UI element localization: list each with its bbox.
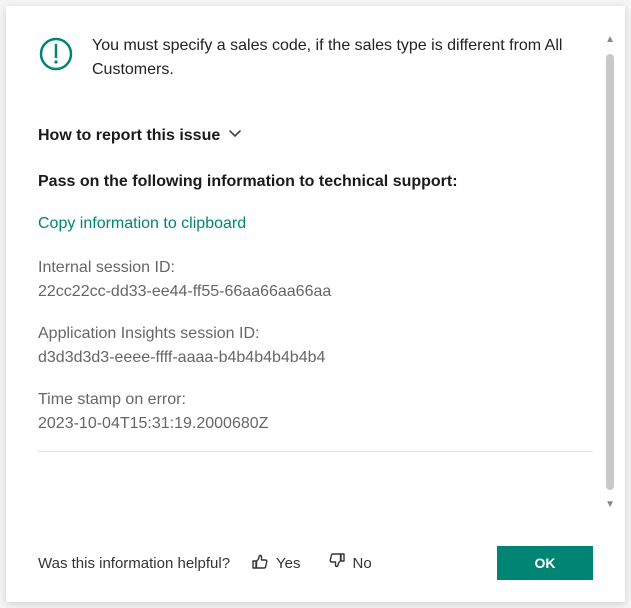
feedback-yes-button[interactable]: Yes <box>244 547 306 579</box>
thumbs-up-icon <box>250 551 270 575</box>
app-insights-value: d3d3d3d3-eeee-ffff-aaaa-b4b4b4b4b4b4 <box>38 349 593 367</box>
expand-label: How to report this issue <box>38 127 220 145</box>
app-insights-label: Application Insights session ID: <box>38 325 593 343</box>
helpful-question: Was this information helpful? <box>38 555 230 572</box>
timestamp-block: Time stamp on error: 2023-10-04T15:31:19… <box>38 391 593 433</box>
divider <box>38 451 593 452</box>
timestamp-value: 2023-10-04T15:31:19.2000680Z <box>38 415 593 433</box>
yes-label: Yes <box>276 555 300 572</box>
ok-button[interactable]: OK <box>497 546 593 580</box>
thumbs-down-icon <box>327 551 347 575</box>
scroll-down-arrow-icon[interactable]: ▼ <box>605 499 615 510</box>
expand-report-issue[interactable]: How to report this issue <box>38 126 242 145</box>
timestamp-label: Time stamp on error: <box>38 391 593 409</box>
scrollbar[interactable] <box>606 54 614 490</box>
app-insights-block: Application Insights session ID: d3d3d3d… <box>38 325 593 367</box>
feedback-no-button[interactable]: No <box>321 547 378 579</box>
scroll-up-arrow-icon[interactable]: ▲ <box>605 34 615 45</box>
error-dialog: You must specify a sales code, if the sa… <box>6 6 625 602</box>
support-heading: Pass on the following information to tec… <box>38 173 593 191</box>
internal-session-block: Internal session ID: 22cc22cc-dd33-ee44-… <box>38 259 593 301</box>
internal-session-value: 22cc22cc-dd33-ee44-ff55-66aa66aa66aa <box>38 283 593 301</box>
dialog-footer: Was this information helpful? Yes No OK <box>6 528 625 602</box>
copy-to-clipboard-link[interactable]: Copy information to clipboard <box>38 215 246 233</box>
alert-message: You must specify a sales code, if the sa… <box>92 34 593 82</box>
chevron-down-icon <box>228 126 242 145</box>
no-label: No <box>353 555 372 572</box>
exclamation-circle-icon <box>38 36 74 77</box>
dialog-body: You must specify a sales code, if the sa… <box>6 6 625 528</box>
alert-row: You must specify a sales code, if the sa… <box>38 34 593 82</box>
internal-session-label: Internal session ID: <box>38 259 593 277</box>
